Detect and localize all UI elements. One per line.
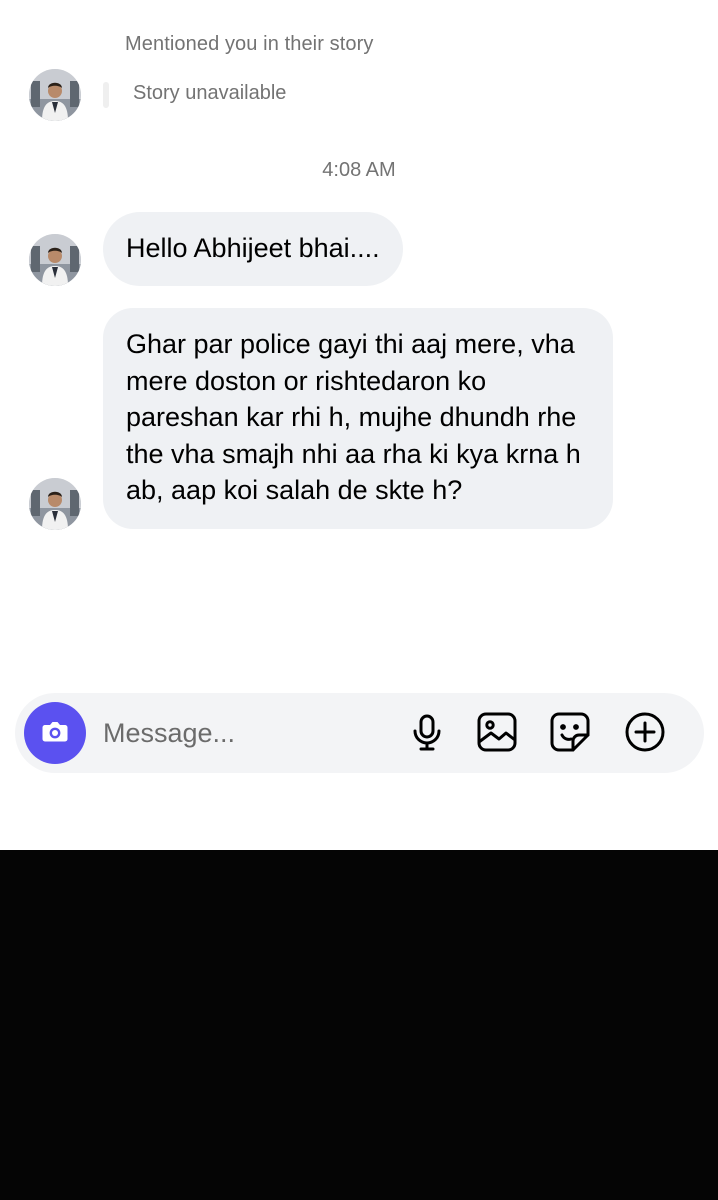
bottom-black-panel xyxy=(0,850,718,1200)
avatar[interactable] xyxy=(29,234,81,286)
message-timestamp: 4:08 AM xyxy=(322,159,396,181)
gallery-icon xyxy=(476,711,518,758)
voice-message-button[interactable] xyxy=(406,713,448,755)
camera-icon xyxy=(38,714,72,753)
incoming-message-bubble[interactable]: Hello Abhijeet bhai.... xyxy=(103,212,403,286)
message-input[interactable] xyxy=(103,713,393,753)
more-options-button[interactable] xyxy=(624,711,666,758)
story-mention-label: Mentioned you in their story xyxy=(125,33,374,55)
sticker-icon xyxy=(549,711,591,758)
plus-circle-icon xyxy=(624,711,666,758)
gallery-button[interactable] xyxy=(476,711,518,758)
dm-thread-screen: Mentioned you in their story Story unava… xyxy=(0,0,718,1200)
story-unavailable-label: Story unavailable xyxy=(133,82,287,104)
incoming-message-bubble[interactable]: Ghar par police gayi thi aaj mere, vha m… xyxy=(103,308,613,529)
avatar[interactable] xyxy=(29,69,81,121)
message-list[interactable]: Mentioned you in their story Story unava… xyxy=(0,0,718,850)
microphone-icon xyxy=(407,712,447,757)
sticker-button[interactable] xyxy=(549,711,591,758)
camera-button[interactable] xyxy=(24,702,86,764)
story-reply-bar xyxy=(103,82,109,108)
avatar[interactable] xyxy=(29,478,81,530)
message-composer xyxy=(15,693,704,773)
